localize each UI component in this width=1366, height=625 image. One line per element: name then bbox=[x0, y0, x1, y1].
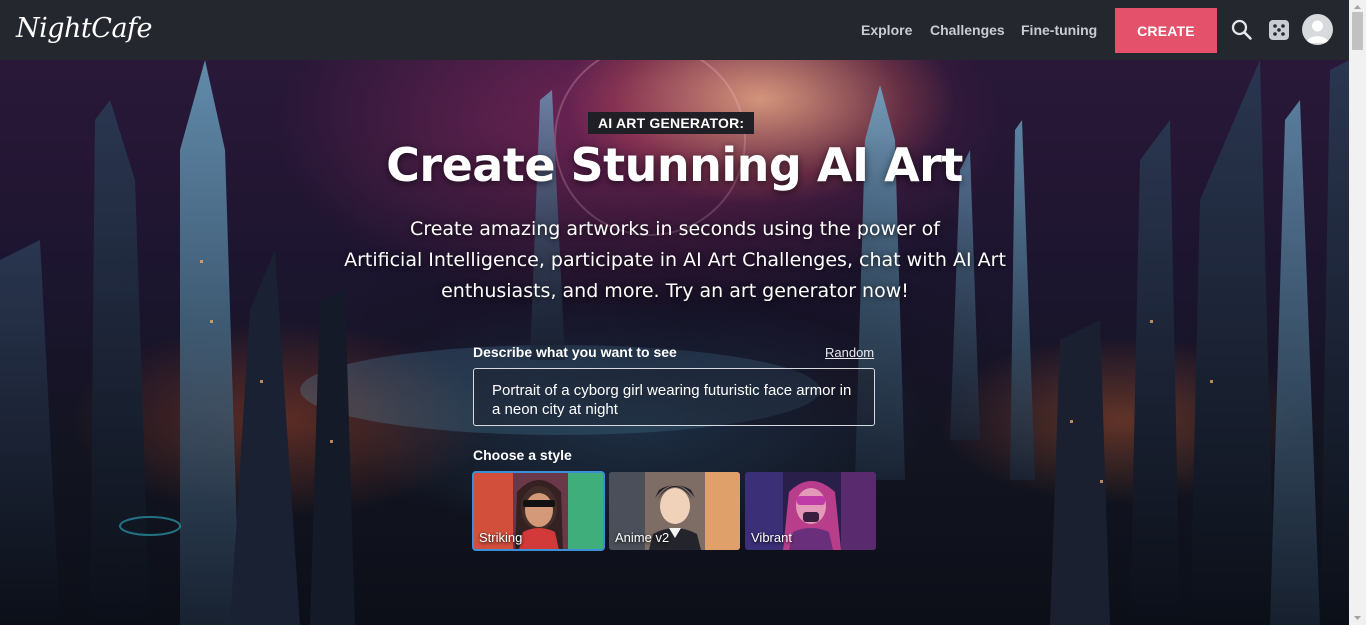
scrollbar-thumb[interactable] bbox=[1352, 12, 1363, 50]
user-avatar-icon[interactable] bbox=[1302, 14, 1333, 45]
nav-explore[interactable]: Explore bbox=[861, 22, 912, 38]
ai-art-generator-badge: AI ART GENERATOR: bbox=[588, 112, 755, 134]
dice-icon[interactable] bbox=[1266, 17, 1292, 43]
style-name: Anime v2 bbox=[615, 530, 670, 545]
scroll-down-arrow-icon[interactable] bbox=[1352, 613, 1363, 623]
scroll-up-arrow-icon[interactable] bbox=[1352, 2, 1363, 12]
create-button[interactable]: CREATE bbox=[1115, 8, 1217, 53]
top-navigation-bar: NightCafe Explore Challenges Fine-tuning… bbox=[0, 0, 1349, 60]
search-icon[interactable] bbox=[1229, 17, 1255, 43]
prompt-input[interactable]: Portrait of a cyborg girl wearing futuri… bbox=[473, 368, 875, 426]
style-name: Striking bbox=[479, 530, 523, 545]
style-label: Choose a style bbox=[473, 447, 572, 463]
style-card-vibrant[interactable]: Vibrant bbox=[745, 472, 876, 550]
subtitle-line: Artificial Intelligence, participate in … bbox=[344, 249, 1006, 271]
page-title: Create Stunning AI Art bbox=[386, 138, 963, 192]
style-card-anime-v2[interactable]: Anime v2 bbox=[609, 472, 740, 550]
subtitle-line: enthusiasts, and more. Try an art genera… bbox=[441, 280, 909, 302]
nav-challenges[interactable]: Challenges bbox=[930, 22, 1005, 38]
page-scrollbar[interactable] bbox=[1349, 0, 1366, 625]
hero-subtitle: Create amazing artworks in seconds using… bbox=[335, 214, 1015, 307]
nav-fine-tuning[interactable]: Fine-tuning bbox=[1021, 22, 1097, 38]
nightcafe-logo[interactable]: NightCafe bbox=[16, 13, 153, 44]
subtitle-line: Create amazing artworks in seconds using… bbox=[410, 218, 940, 240]
prompt-label: Describe what you want to see bbox=[473, 344, 677, 360]
style-name: Vibrant bbox=[751, 530, 792, 545]
style-card-striking[interactable]: Striking bbox=[472, 471, 605, 551]
random-prompt-link[interactable]: Random bbox=[825, 345, 874, 360]
